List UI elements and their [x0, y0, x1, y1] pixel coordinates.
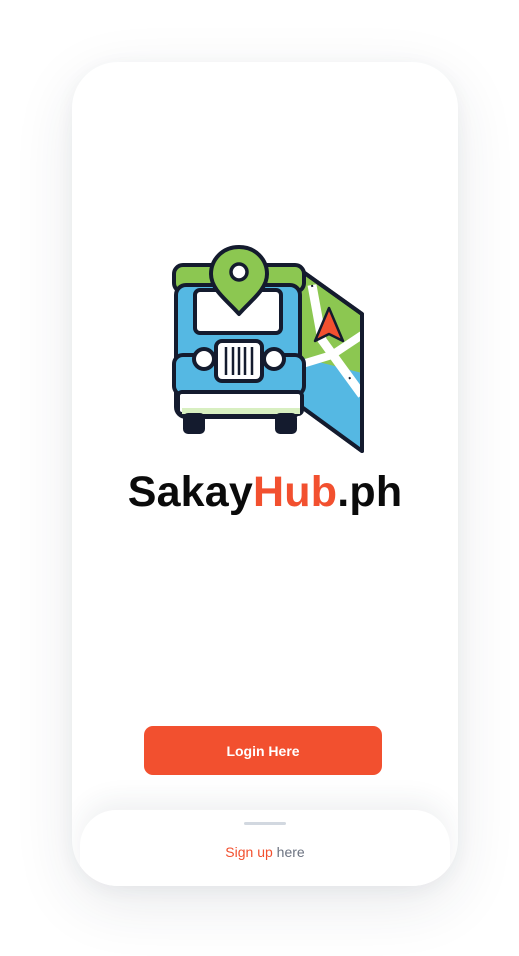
- sheet-drag-handle[interactable]: [244, 822, 286, 825]
- brand-wordmark: SakayHub.ph: [72, 464, 458, 520]
- brand-name-part-3: .ph: [337, 468, 403, 516]
- signup-link[interactable]: Sign up: [225, 844, 272, 860]
- app-logo: [172, 245, 366, 453]
- signup-prompt: Sign up here: [80, 844, 450, 860]
- brand-name-part-1: Sakay: [127, 468, 254, 516]
- bottom-sheet: Sign up here: [80, 810, 450, 886]
- brand-name-part-2: Hub: [253, 468, 338, 516]
- screen-background: SakayHub.ph Login Here Sign up here: [0, 0, 519, 956]
- signup-suffix: here: [272, 844, 305, 860]
- phone-frame: SakayHub.ph Login Here Sign up here: [72, 62, 458, 886]
- login-button[interactable]: Login Here: [144, 726, 382, 775]
- map-icon: [297, 267, 366, 453]
